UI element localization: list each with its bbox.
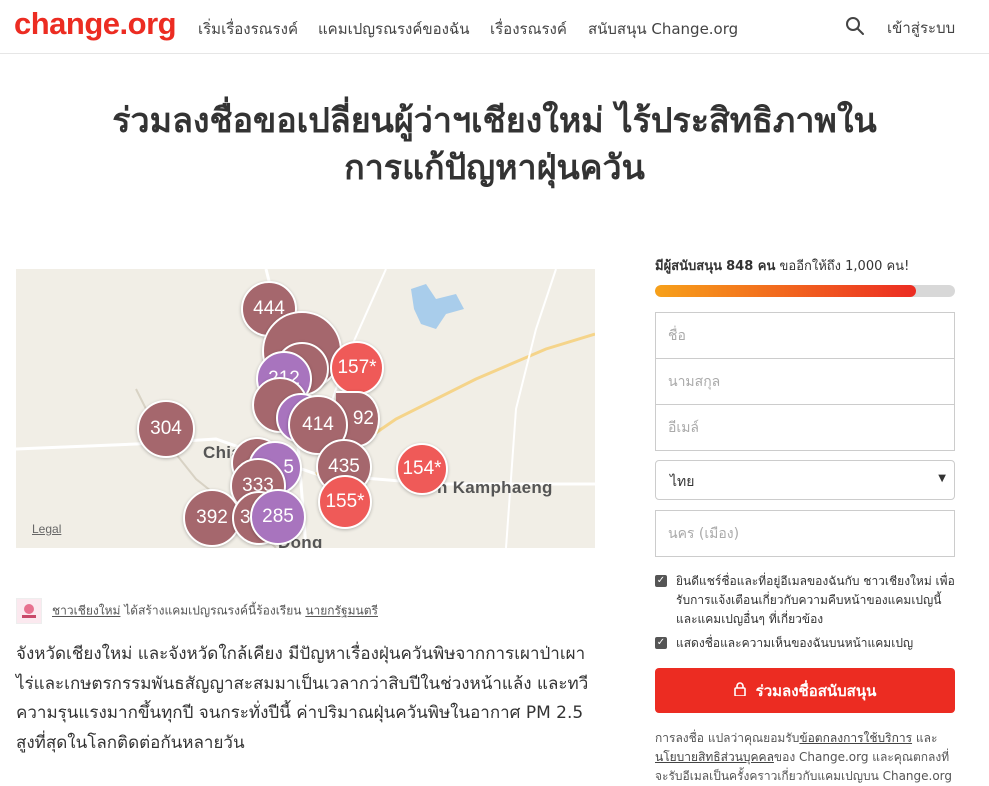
last-name-field[interactable]	[655, 358, 955, 405]
nav-support-change[interactable]: สนับสนุน Change.org	[588, 17, 738, 41]
email-field[interactable]	[655, 404, 955, 451]
consent-share-checkbox[interactable]: ✓	[655, 575, 667, 587]
nav-my-petitions[interactable]: แคมเปญรณรงค์ของฉัน	[318, 17, 469, 41]
map-cluster-marker[interactable]: 285	[250, 489, 306, 545]
map-cluster-marker[interactable]: 154*	[396, 443, 448, 495]
map-cluster-marker[interactable]: 157*	[330, 341, 384, 395]
nav-start-petition[interactable]: เริ่มเรื่องรณรงค์	[198, 17, 298, 41]
nav-browse-petitions[interactable]: เรื่องรณรงค์	[490, 17, 567, 41]
consent-display-row: ✓ แสดงชื่อและความเห็นของฉันบนหน้าแคมเปญ	[655, 634, 955, 653]
change-org-logo[interactable]: change.org	[14, 6, 177, 42]
top-navigation-bar: change.org เริ่มเรื่องรณรงค์ แคมเปญรณรงค…	[0, 0, 989, 54]
city-field[interactable]	[655, 510, 955, 557]
signature-progress-fill	[655, 285, 916, 297]
signers-map[interactable]: Chiang n Kamphaeng Dong 444 1 212 157* 3…	[16, 269, 595, 548]
signature-count-value: 848 คน	[726, 259, 776, 274]
terms-of-service-link[interactable]: ข้อตกลงการใช้บริการ	[799, 731, 912, 745]
signature-goal-text: ขออีกให้ถึง 1,000 คน!	[779, 259, 910, 274]
decision-maker-link[interactable]: นายกรัฐมนตรี	[305, 604, 378, 618]
petition-title-line-1: ร่วมลงชื่อขอเปลี่ยนผู้ว่าฯเชียงใหม่ ไร้ป…	[112, 101, 877, 141]
login-link[interactable]: เข้าสู่ระบบ	[887, 16, 955, 40]
sign-petition-label: ร่วมลงชื่อสนับสนุน	[755, 681, 877, 700]
map-place-label: n Kamphaeng	[437, 478, 553, 497]
lock-icon	[733, 681, 746, 700]
consent-display-label: แสดงชื่อและความเห็นของฉันบนหน้าแคมเปญ	[676, 636, 914, 650]
signature-count-prefix: มีผู้สนับสนุน	[655, 259, 722, 274]
petition-description: จังหวัดเชียงใหม่ และจังหวัดใกล้เคียง มีป…	[16, 644, 589, 753]
search-icon[interactable]	[843, 14, 867, 38]
sign-petition-button[interactable]: ร่วมลงชื่อสนับสนุน	[655, 668, 955, 713]
consent-share-row: ✓ ยินดีแชร์ชื่อและที่อยู่อีเมลของฉันกับ …	[655, 572, 955, 629]
first-name-field[interactable]	[655, 312, 955, 359]
country-select[interactable]: ไทย ▼	[655, 460, 955, 500]
map-cluster-marker[interactable]: 304	[137, 400, 195, 458]
consent-share-label: ยินดีแชร์ชื่อและที่อยู่อีเมลของฉันกับ ชา…	[676, 574, 955, 626]
creator-text: ได้สร้างแคมเปญรณรงค์นี้ร้องเรียน	[124, 603, 302, 618]
signature-count: มีผู้สนับสนุน 848 คน ขออีกให้ถึง 1,000 ค…	[655, 255, 909, 276]
petition-title: ร่วมลงชื่อขอเปลี่ยนผู้ว่าฯเชียงใหม่ ไร้ป…	[0, 98, 989, 192]
petition-title-line-2: การแก้ปัญหาฝุ่นควัน	[344, 148, 645, 188]
consent-display-checkbox[interactable]: ✓	[655, 637, 667, 649]
petition-creator: ชาวเชียงใหม่ ได้สร้างแคมเปญรณรงค์นี้ร้อง…	[16, 598, 378, 624]
privacy-policy-link[interactable]: นโยบายสิทธิส่วนบุคคล	[655, 750, 774, 764]
country-select-value: ไทย	[670, 474, 695, 490]
map-legal-link[interactable]: Legal	[32, 522, 61, 536]
map-cluster-marker[interactable]: 155*	[318, 475, 372, 529]
avatar[interactable]	[16, 598, 42, 624]
creator-name-link[interactable]: ชาวเชียงใหม่	[52, 604, 120, 618]
terms-text: การลงชื่อ แปลว่าคุณยอมรับ	[655, 731, 800, 745]
terms-notice: การลงชื่อ แปลว่าคุณยอมรับข้อตกลงการใช้บร…	[655, 729, 955, 786]
terms-text: และ	[915, 731, 938, 745]
signature-progress-bar	[655, 285, 955, 297]
caret-down-icon: ▼	[938, 473, 946, 484]
